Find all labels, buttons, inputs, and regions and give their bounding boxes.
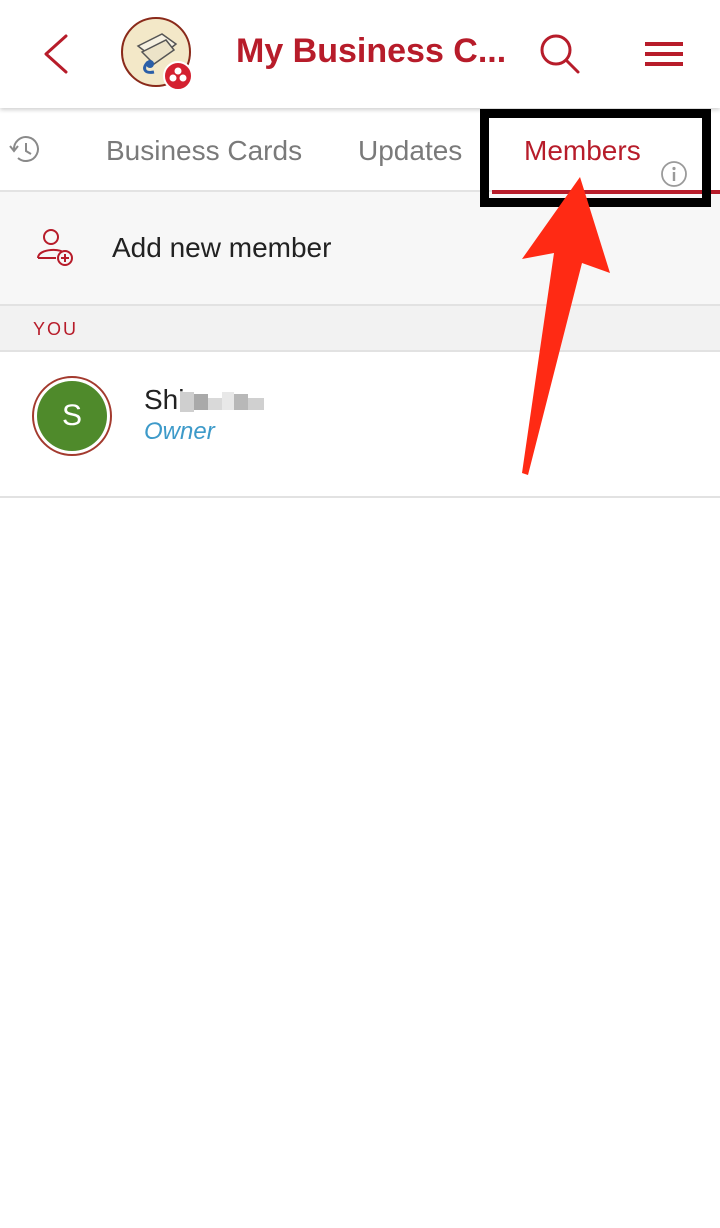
avatar: S	[32, 376, 112, 456]
annotation-arrow-icon	[522, 177, 610, 475]
tab-updates[interactable]: Updates	[358, 108, 462, 192]
page-title: My Business C...	[236, 32, 507, 70]
search-icon	[540, 34, 580, 74]
chevron-left-icon	[44, 34, 68, 74]
app-header: My Business C...	[0, 0, 720, 108]
hamburger-menu-icon	[645, 42, 683, 66]
add-member-label: Add new member	[112, 232, 332, 263]
logo-icon	[121, 17, 193, 91]
history-icon	[9, 136, 39, 163]
tab-history[interactable]	[4, 130, 48, 170]
redacted-name-blur	[178, 390, 268, 414]
avatar-initial: S	[37, 381, 107, 451]
business-card-logo[interactable]	[120, 16, 196, 92]
add-person-icon	[34, 226, 76, 268]
member-role: Owner	[144, 418, 215, 445]
search-button[interactable]	[532, 28, 588, 84]
back-button[interactable]	[30, 24, 86, 84]
tab-business-cards[interactable]: Business Cards	[106, 108, 302, 192]
menu-button[interactable]	[636, 28, 692, 84]
section-label: YOU	[33, 319, 79, 339]
